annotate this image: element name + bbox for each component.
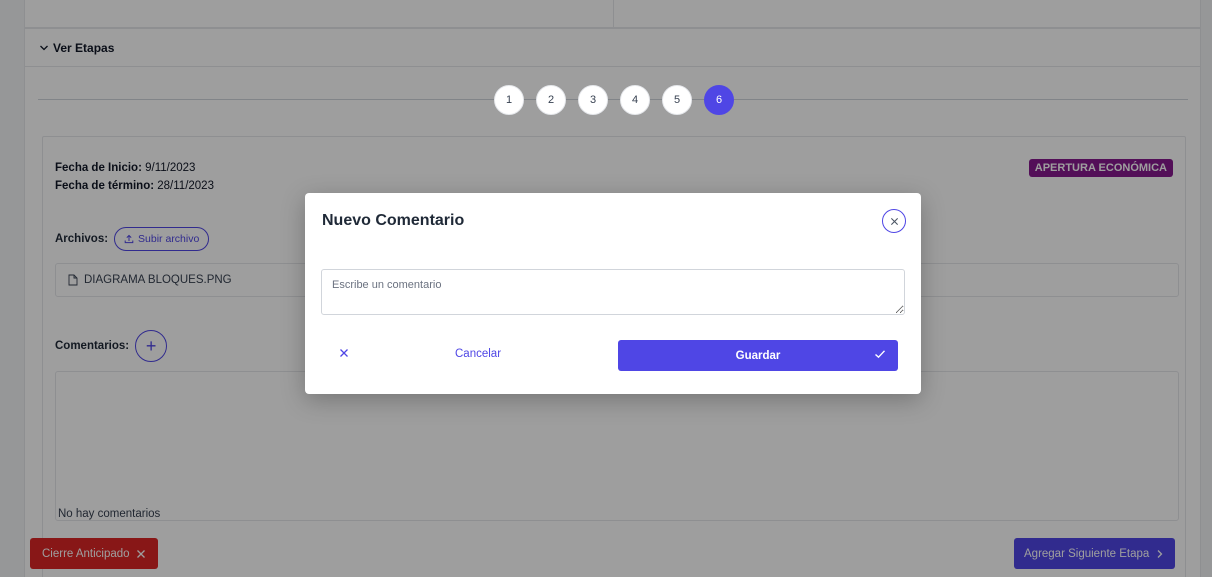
close-icon [340,349,348,357]
step-5[interactable]: 5 [662,85,692,115]
step-4[interactable]: 4 [620,85,650,115]
cancel-icon[interactable] [339,346,349,361]
dialog-title: Nuevo Comentario [322,212,465,229]
cancel-button[interactable]: Cancelar [455,348,501,360]
new-comment-dialog: Nuevo Comentario Cancelar Guardar [305,193,921,394]
step-6-active[interactable]: 6 [704,85,734,115]
step-1[interactable]: 1 [494,85,524,115]
check-icon [875,350,886,359]
step-2[interactable]: 2 [536,85,566,115]
dialog-close-button[interactable] [882,209,906,233]
step-3[interactable]: 3 [578,85,608,115]
close-icon [890,217,898,225]
save-button[interactable]: Guardar [618,340,898,371]
comment-input[interactable] [321,269,905,315]
save-button-label: Guardar [735,349,781,362]
